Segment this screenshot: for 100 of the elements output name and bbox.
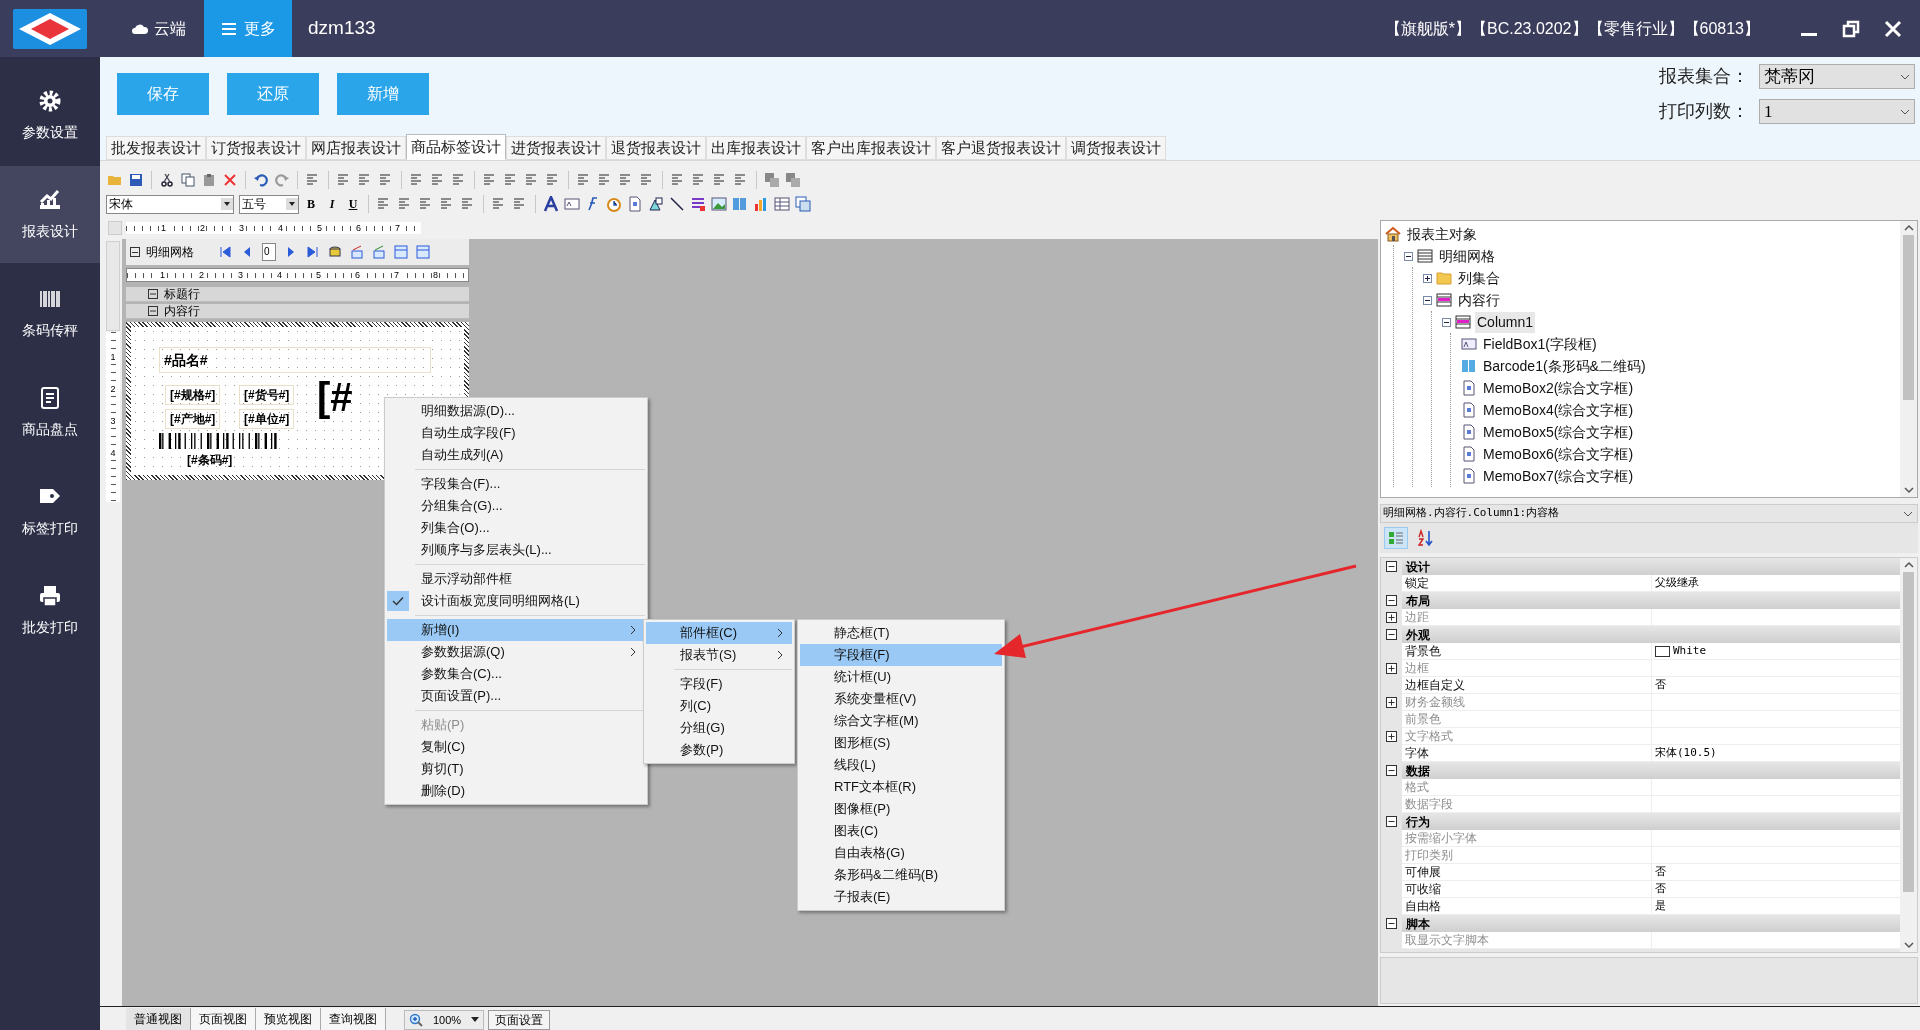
document-icon[interactable] — [627, 196, 643, 212]
menu-item[interactable]: 静态框(T) — [800, 622, 1002, 644]
scrollbar[interactable] — [1900, 221, 1917, 497]
menu-item[interactable]: 参数集合(C)... — [387, 663, 645, 685]
menu-item[interactable]: 自由表格(G) — [800, 842, 1002, 864]
tab[interactable]: 出库报表设计 — [706, 136, 806, 160]
menu-item[interactable]: 图表(C) — [800, 820, 1002, 842]
menu-item[interactable]: 剪切(T) — [387, 758, 645, 780]
collapse-icon[interactable] — [1386, 918, 1397, 929]
menu-item[interactable]: 列集合(O)... — [387, 517, 645, 539]
save-icon[interactable] — [128, 172, 144, 188]
layers-icon[interactable] — [785, 172, 801, 188]
layers-icon[interactable] — [764, 172, 780, 188]
scissors-icon[interactable] — [159, 172, 175, 188]
menu-item[interactable]: 字段框(F) — [800, 644, 1002, 666]
menu-item[interactable]: RTF文本框(R) — [800, 776, 1002, 798]
menu-item[interactable]: 图形框(S) — [800, 732, 1002, 754]
close-icon[interactable] — [1884, 19, 1902, 38]
sidebar-item[interactable]: 商品盘点 — [0, 364, 100, 461]
grid-icon[interactable] — [394, 245, 408, 259]
sidebar-item[interactable]: 批发打印 — [0, 562, 100, 659]
undo-icon[interactable] — [253, 172, 269, 188]
collapse-icon[interactable] — [1386, 765, 1397, 776]
menu-item[interactable]: 字段集合(F)... — [387, 473, 645, 495]
view-tab[interactable]: 查询视图 — [321, 1008, 386, 1030]
band-header[interactable]: 内容行 — [126, 304, 469, 319]
menu-item[interactable]: 页面设置(P)... — [387, 685, 645, 707]
category-header[interactable]: 布局 — [1402, 592, 1900, 609]
rich-text-icon[interactable] — [690, 196, 706, 212]
menu-item[interactable]: 列(C) — [646, 695, 792, 717]
property-value[interactable]: 否 — [1652, 677, 1900, 694]
property-value[interactable]: 宋体(10.5) — [1652, 745, 1900, 762]
page-field[interactable]: 0 — [262, 243, 276, 261]
line-icon[interactable] — [669, 196, 685, 212]
tab[interactable]: 网店报表设计 — [306, 136, 406, 160]
shapes-icon[interactable] — [648, 196, 664, 212]
menu-item[interactable]: 自动生成列(A) — [387, 444, 645, 466]
view-tab[interactable]: 页面视图 — [191, 1008, 256, 1030]
barcode-icon[interactable] — [732, 196, 748, 212]
field-icon[interactable] — [564, 196, 580, 212]
style-button[interactable]: B — [302, 195, 320, 213]
tab[interactable]: 订货报表设计 — [206, 136, 306, 160]
tab[interactable]: 批发报表设计 — [106, 136, 206, 160]
property-value[interactable]: 否 — [1652, 864, 1900, 881]
tree-item[interactable]: Barcode1(条形码&二维码) — [1481, 355, 1648, 377]
menu-item[interactable]: 参数(P) — [646, 739, 792, 761]
style-button[interactable]: U — [344, 195, 362, 213]
nav-button[interactable]: 云端 — [120, 0, 196, 57]
last-page-icon[interactable] — [306, 245, 320, 259]
menu-item[interactable]: 子报表(E) — [800, 886, 1002, 908]
delete-icon[interactable] — [222, 172, 238, 188]
tree-item[interactable]: MemoBox7(综合文字框) — [1481, 465, 1636, 487]
tree-item[interactable]: 列集合 — [1456, 267, 1502, 289]
page-setup-button[interactable]: 页面设置 — [488, 1010, 550, 1030]
property-value[interactable]: 父级继承 — [1652, 575, 1900, 592]
menu-item[interactable]: 字段(F) — [646, 673, 792, 695]
redo-icon[interactable] — [274, 172, 290, 188]
menu-item[interactable]: 显示浮动部件框 — [387, 568, 645, 590]
zoom-control[interactable]: 100% — [404, 1010, 484, 1030]
categorized-button[interactable] — [1384, 527, 1408, 549]
select-field[interactable]: 梵蒂冈 — [1759, 64, 1915, 89]
tab[interactable]: 调货报表设计 — [1066, 136, 1166, 160]
font-icon[interactable] — [543, 196, 559, 212]
tree-item[interactable]: FieldBox1(字段框) — [1481, 333, 1599, 355]
tree-item[interactable]: 报表主对象 — [1405, 223, 1479, 245]
collapse-icon[interactable] — [1404, 251, 1413, 261]
tab[interactable]: 客户退货报表设计 — [936, 136, 1066, 160]
tab[interactable]: 商品标签设计 — [406, 134, 506, 160]
menu-item[interactable]: 图像框(P) — [800, 798, 1002, 820]
sidebar-item[interactable]: 条码传秤 — [0, 265, 100, 362]
copy-icon[interactable] — [180, 172, 196, 188]
view-tab[interactable]: 预览视图 — [256, 1008, 321, 1030]
menu-item[interactable]: 分组(G) — [646, 717, 792, 739]
menu-item[interactable]: 自动生成字段(F) — [387, 422, 645, 444]
column-icon[interactable] — [372, 245, 386, 259]
collapse-icon[interactable] — [1442, 317, 1451, 327]
chart-icon[interactable] — [753, 196, 769, 212]
category-header[interactable]: 脚本 — [1402, 915, 1900, 932]
tree-item[interactable]: Column1 — [1475, 311, 1536, 333]
image-icon[interactable] — [711, 196, 727, 212]
sidebar-item[interactable]: 报表设计 — [0, 166, 100, 263]
collapse-icon[interactable] — [148, 306, 158, 316]
tab[interactable]: 退货报表设计 — [606, 136, 706, 160]
menu-item[interactable]: 分组集合(G)... — [387, 495, 645, 517]
grid-icon[interactable] — [416, 245, 430, 259]
category-header[interactable]: 行为 — [1402, 813, 1900, 830]
collapse-icon[interactable] — [130, 247, 140, 257]
menu-item[interactable]: 系统变量框(V) — [800, 688, 1002, 710]
font-select[interactable]: 宋体 — [106, 194, 234, 214]
collapse-icon[interactable] — [1386, 561, 1397, 572]
collapse-icon[interactable] — [1386, 595, 1397, 606]
tab[interactable]: 客户出库报表设计 — [806, 136, 936, 160]
tree-item[interactable]: MemoBox6(综合文字框) — [1481, 443, 1636, 465]
tree-item[interactable]: MemoBox5(综合文字框) — [1481, 421, 1636, 443]
property-value[interactable]: White — [1652, 643, 1900, 660]
subreport-icon[interactable] — [795, 196, 811, 212]
menu-item[interactable]: 新增(I) — [387, 619, 645, 641]
database-icon[interactable] — [328, 245, 342, 259]
tree-item[interactable]: MemoBox4(综合文字框) — [1481, 399, 1636, 421]
menu-item[interactable]: 参数数据源(Q) — [387, 641, 645, 663]
